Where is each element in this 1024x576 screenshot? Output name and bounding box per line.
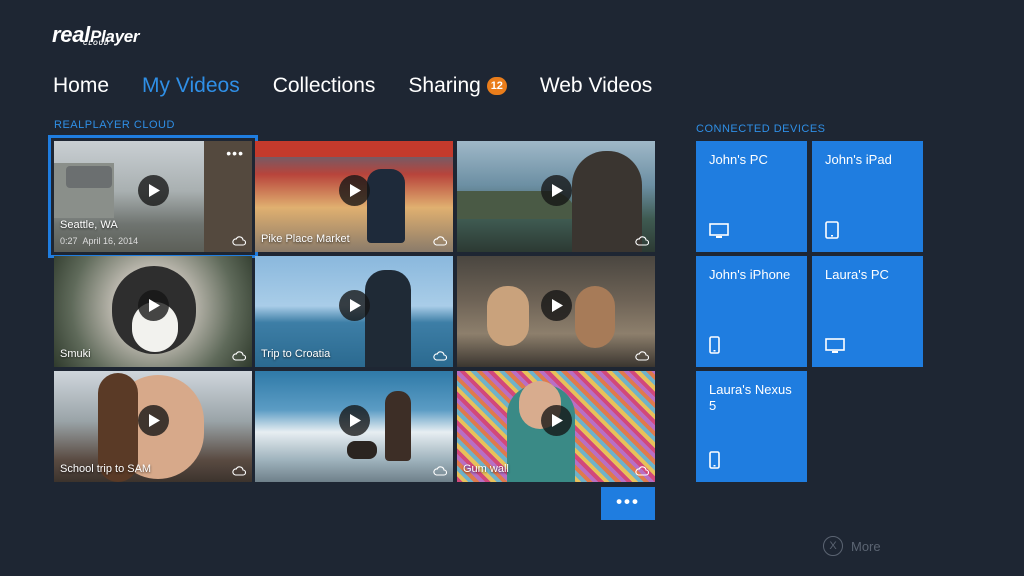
- nav-my-videos[interactable]: My Videos: [142, 74, 240, 98]
- video-tile-coast[interactable]: [457, 141, 655, 252]
- sharing-count-badge: 12: [486, 77, 507, 95]
- main-nav: Home My Videos Collections Sharing 12 We…: [53, 71, 685, 101]
- device-tile-johns-ipad[interactable]: John's iPad: [812, 141, 923, 252]
- play-button[interactable]: [541, 404, 572, 436]
- thumb-person: [575, 286, 615, 348]
- video-tile-seattle[interactable]: ••• Seattle, WA 0:27 April 16, 2014: [48, 135, 258, 258]
- video-title: Trip to Croatia: [261, 348, 331, 360]
- device-tile-johns-iphone[interactable]: John's iPhone: [696, 256, 807, 367]
- video-tile-car[interactable]: [457, 256, 655, 367]
- video-tile-pike-place[interactable]: Pike Place Market: [255, 141, 453, 252]
- cloud-icon: [433, 236, 447, 246]
- video-title: School trip to SAM: [60, 463, 152, 475]
- logo-sub: CLOUD: [83, 41, 110, 47]
- video-title: Seattle, WA: [60, 219, 118, 231]
- thumb-person: [385, 391, 411, 461]
- video-menu-button[interactable]: •••: [226, 145, 244, 161]
- video-tile-croatia[interactable]: Trip to Croatia: [255, 256, 453, 367]
- video-grid: ••• Seattle, WA 0:27 April 16, 2014 Pike…: [48, 135, 655, 482]
- video-title: Smuki: [60, 348, 91, 360]
- thumb-person: [487, 286, 529, 346]
- monitor-icon: [709, 223, 729, 238]
- thumb-person: [572, 151, 642, 252]
- tablet-icon: [825, 221, 839, 239]
- play-button[interactable]: [541, 174, 572, 206]
- nav-sharing[interactable]: Sharing 12: [408, 74, 507, 98]
- cloud-icon: [635, 351, 649, 361]
- device-tile-lauras-pc[interactable]: Laura's PC: [812, 256, 923, 367]
- video-duration: 0:27: [60, 236, 78, 246]
- phone-icon: [709, 336, 720, 354]
- device-name: Laura's Nexus 5: [709, 382, 792, 413]
- video-title: Pike Place Market: [261, 233, 350, 245]
- device-name: Laura's PC: [825, 267, 889, 282]
- realplayer-cloud-logo: realPlayer CLOUD: [52, 22, 162, 50]
- play-button[interactable]: [138, 289, 169, 321]
- video-tile-beach[interactable]: [255, 371, 453, 482]
- nav-web-videos[interactable]: Web Videos: [540, 74, 652, 98]
- play-button[interactable]: [339, 404, 370, 436]
- nav-home[interactable]: Home: [53, 74, 109, 98]
- nav-collections[interactable]: Collections: [273, 74, 376, 98]
- device-name: John's iPhone: [709, 267, 791, 282]
- thumb-awning: [255, 141, 453, 157]
- play-button[interactable]: [138, 174, 169, 206]
- video-date: April 16, 2014: [82, 236, 139, 246]
- device-tile-lauras-nexus-5[interactable]: Laura's Nexus 5: [696, 371, 807, 482]
- video-meta: 0:27 April 16, 2014: [60, 236, 138, 246]
- play-button[interactable]: [138, 404, 169, 436]
- thumb-car: [66, 166, 112, 188]
- cloud-icon: [232, 236, 246, 246]
- more-videos-button[interactable]: •••: [601, 487, 655, 520]
- footer-more-label: More: [851, 538, 881, 554]
- cloud-icon: [433, 466, 447, 476]
- nav-sharing-label: Sharing: [408, 74, 481, 97]
- cloud-icon: [232, 351, 246, 361]
- cloud-icon: [232, 466, 246, 476]
- video-tile-school-trip[interactable]: School trip to SAM: [54, 371, 252, 482]
- thumb-person: [367, 169, 405, 243]
- cloud-icon: [635, 236, 649, 246]
- video-tile-smuki[interactable]: Smuki: [54, 256, 252, 367]
- devices-section-label: CONNECTED DEVICES: [696, 123, 826, 135]
- device-name: John's PC: [709, 152, 768, 167]
- phone-icon: [709, 451, 720, 469]
- x-button-icon: X: [823, 536, 843, 556]
- videos-section-label: REALPLAYER CLOUD: [54, 119, 175, 131]
- thumb-dog: [347, 441, 377, 459]
- cloud-icon: [635, 466, 649, 476]
- play-button[interactable]: [339, 289, 370, 321]
- play-button[interactable]: [339, 174, 370, 206]
- device-tile-johns-pc[interactable]: John's PC: [696, 141, 807, 252]
- play-button[interactable]: [541, 289, 572, 321]
- cloud-icon: [433, 351, 447, 361]
- device-name: John's iPad: [825, 152, 892, 167]
- footer-more-hint[interactable]: X More: [823, 536, 881, 556]
- video-title: Gum wall: [463, 463, 509, 475]
- video-tile-gum-wall[interactable]: Gum wall: [457, 371, 655, 482]
- thumb-person: [365, 270, 411, 367]
- monitor-icon: [825, 338, 845, 353]
